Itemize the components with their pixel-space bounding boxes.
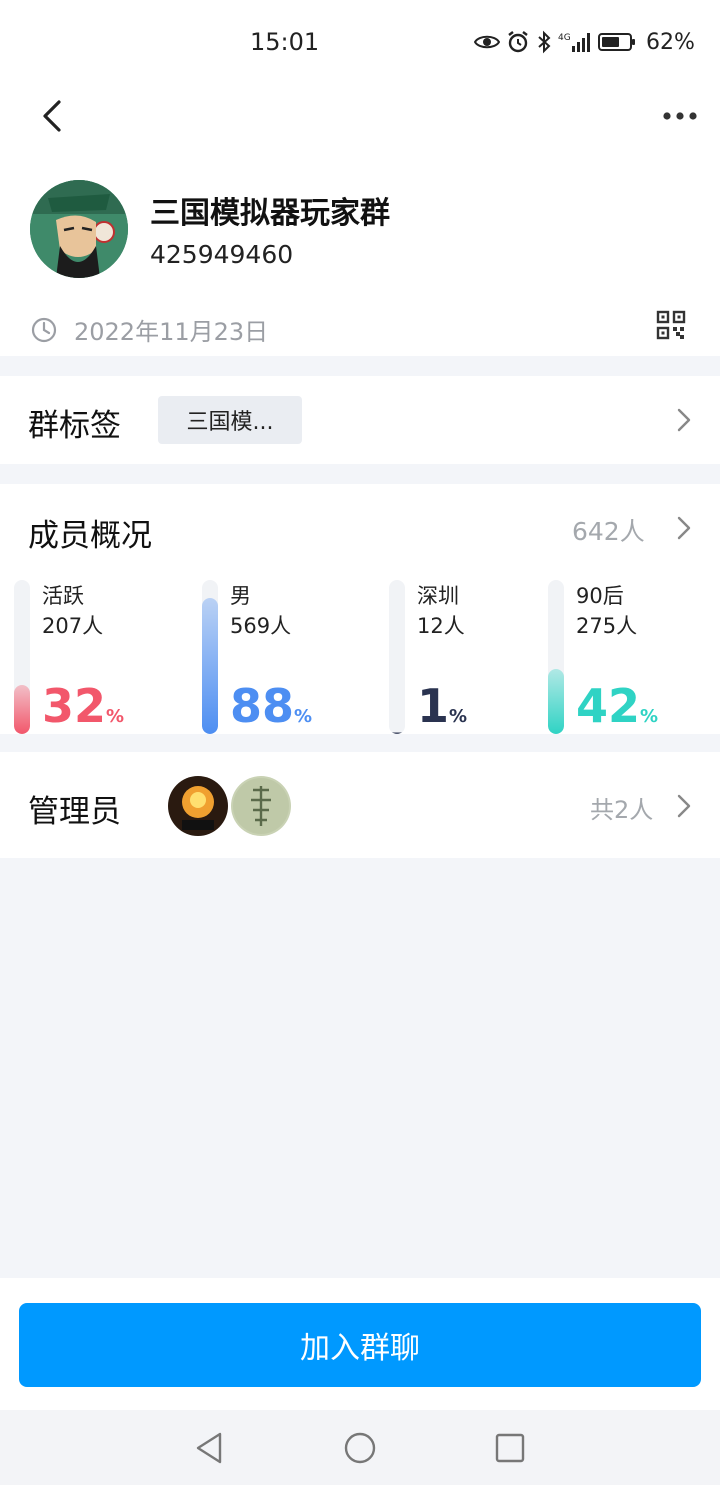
stat-location: 深圳 12人 1%	[389, 580, 559, 734]
chevron-right-icon	[677, 794, 691, 818]
clock-icon	[31, 317, 57, 342]
stat-age: 90后 275人 42%	[548, 580, 718, 734]
status-time: 15:01	[250, 28, 320, 56]
stat-percent-value: 88	[230, 679, 295, 733]
group-avatar-image	[30, 180, 128, 278]
nav-home-circle-icon[interactable]	[342, 1430, 378, 1466]
more-button[interactable]	[656, 98, 704, 134]
stat-count: 207人	[42, 614, 104, 638]
group-header: 三国模拟器玩家群 425949460 2022年11月23日	[0, 156, 720, 356]
eye-icon	[474, 35, 500, 49]
stat-percent: 88%	[230, 678, 312, 745]
chevron-left-icon	[43, 100, 61, 132]
bottom-action-bar: 加入群聊	[0, 1278, 720, 1410]
members-label: 成员概况	[28, 518, 152, 554]
stat-bar-track	[14, 580, 30, 734]
stat-label: 活跃	[42, 584, 84, 608]
nav-recents-square-icon[interactable]	[492, 1430, 528, 1466]
stat-label: 深圳	[417, 584, 459, 608]
admins-count: 共2人	[590, 796, 654, 824]
stat-bar-fill	[389, 732, 405, 734]
tags-label: 群标签	[28, 408, 121, 444]
stat-percent: 42%	[576, 678, 658, 745]
join-group-button[interactable]: 加入群聊	[19, 1303, 701, 1387]
stat-count: 569人	[230, 614, 292, 638]
group-avatar[interactable]	[30, 180, 128, 278]
stat-active: 活跃 207人 32%	[14, 580, 184, 734]
group-name: 三国模拟器玩家群	[150, 196, 390, 231]
stat-bar-fill	[14, 685, 30, 734]
group-tags-row[interactable]: 群标签 三国模...	[0, 376, 720, 464]
admins-row[interactable]: 管理员 共2人	[0, 752, 720, 858]
qr-code-icon[interactable]	[656, 310, 686, 340]
nav-back-triangle-icon[interactable]	[192, 1430, 228, 1466]
chevron-right-icon	[677, 516, 691, 540]
created-date-row: 2022年11月23日	[30, 312, 268, 347]
back-button[interactable]	[30, 94, 74, 138]
stat-count: 275人	[576, 614, 638, 638]
admin-avatar-image	[168, 776, 228, 836]
stat-percent-sign: %	[294, 706, 313, 727]
battery-icon	[598, 33, 635, 51]
stat-percent: 32%	[42, 678, 124, 745]
signal-icon: 4G	[558, 33, 590, 52]
stat-label: 90后	[576, 584, 624, 608]
admins-label: 管理员	[28, 794, 121, 830]
group-id: 425949460	[150, 240, 294, 269]
status-icons: 4G 62%	[474, 28, 695, 56]
stat-bar-track	[389, 580, 405, 734]
stat-label: 男	[230, 584, 251, 608]
network-label: 4G	[558, 33, 571, 43]
nav-bar	[0, 84, 720, 156]
stat-bar-track	[202, 580, 218, 734]
admin-avatar[interactable]	[231, 776, 291, 836]
stat-percent-value: 1	[417, 679, 450, 733]
status-bar: 15:01 4G 62%	[0, 0, 720, 84]
stat-percent-sign: %	[449, 706, 468, 727]
created-date: 2022年11月23日	[74, 318, 269, 346]
stat-percent-sign: %	[106, 706, 125, 727]
members-overview: 成员概况 642人 活跃 207人 32% 男 569人 88% 深圳 12人 …	[0, 484, 720, 734]
stat-bar-fill	[202, 598, 218, 734]
stat-percent-value: 32	[42, 679, 107, 733]
bluetooth-icon	[538, 30, 551, 54]
stat-percent-sign: %	[640, 706, 659, 727]
admin-avatar[interactable]	[168, 776, 228, 836]
chevron-right-icon	[677, 408, 691, 432]
alarm-icon	[508, 31, 528, 53]
admin-avatar-image	[231, 776, 291, 836]
stat-count: 12人	[417, 614, 465, 638]
members-total: 642人	[572, 517, 645, 546]
system-nav-bar	[0, 1410, 720, 1485]
stat-male: 男 569人 88%	[202, 580, 372, 734]
stat-bar-track	[548, 580, 564, 734]
tag-chip[interactable]: 三国模...	[158, 396, 302, 444]
stat-percent-value: 42	[576, 679, 641, 733]
battery-percent: 62%	[646, 29, 695, 55]
stat-bar-fill	[548, 669, 564, 734]
more-horizontal-icon	[663, 112, 697, 120]
stat-percent: 1%	[417, 678, 467, 745]
